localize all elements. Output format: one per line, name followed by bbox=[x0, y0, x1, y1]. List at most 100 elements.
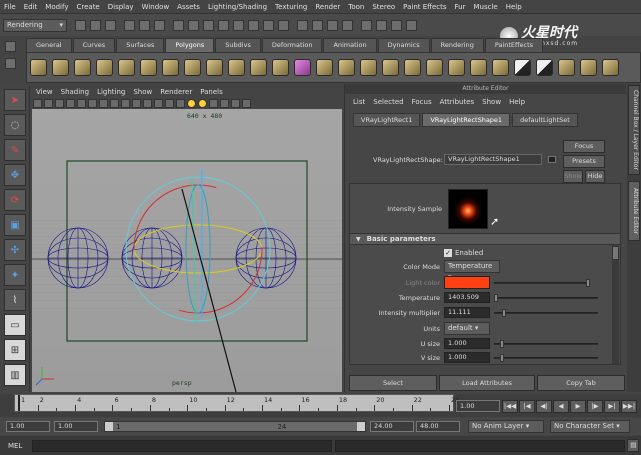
animation-start-field[interactable]: 1.00 bbox=[6, 421, 50, 432]
snap-grid-icon[interactable] bbox=[297, 19, 308, 31]
attribute-editor-tab[interactable]: Attribute Editor bbox=[628, 181, 640, 241]
poly-cone-icon[interactable] bbox=[95, 59, 113, 76]
menu-muscle[interactable]: Muscle bbox=[469, 0, 501, 14]
fill-hole-icon[interactable] bbox=[491, 59, 509, 76]
poly-cube-icon[interactable] bbox=[51, 59, 69, 76]
mask-joints-icon[interactable] bbox=[188, 19, 199, 31]
use-default-lighting-icon[interactable] bbox=[187, 99, 196, 108]
menu-lighting-shading[interactable]: Lighting/Shading bbox=[204, 0, 271, 14]
ae-menu-selected[interactable]: Selected bbox=[369, 94, 407, 110]
menu-window[interactable]: Window bbox=[138, 0, 174, 14]
viewport-menu-shading[interactable]: Shading bbox=[57, 86, 93, 98]
light-color-slider[interactable] bbox=[494, 281, 586, 284]
ipr-render-icon[interactable] bbox=[391, 19, 402, 31]
step-back-frame-icon[interactable]: ◀| bbox=[536, 400, 552, 413]
shelf-tab-animation[interactable]: Animation bbox=[323, 38, 377, 52]
film-gate-icon[interactable] bbox=[77, 99, 86, 108]
mask-misc-icon[interactable] bbox=[278, 19, 289, 31]
ae-menu-list[interactable]: List bbox=[349, 94, 369, 110]
camera-attributes-icon[interactable] bbox=[33, 99, 42, 108]
menu-file[interactable]: File bbox=[0, 0, 20, 14]
time-ruler[interactable]: 124681012141618202224 bbox=[14, 394, 459, 412]
split-polygon-icon[interactable] bbox=[403, 59, 421, 76]
history-icon[interactable] bbox=[361, 19, 372, 31]
shelf-tab-general[interactable]: General bbox=[26, 38, 72, 52]
poly-pyramid-icon[interactable] bbox=[183, 59, 201, 76]
script-editor-icon[interactable]: ▤ bbox=[627, 439, 640, 452]
shelf-tab-painteffects[interactable]: PaintEffects bbox=[484, 38, 544, 52]
copy-tab-button[interactable]: Copy Tab bbox=[537, 375, 625, 391]
soft-mod-icon[interactable]: ✦ bbox=[4, 264, 26, 286]
menu-texturing[interactable]: Texturing bbox=[271, 0, 311, 14]
new-scene-icon[interactable] bbox=[75, 19, 86, 31]
textured-icon[interactable] bbox=[176, 99, 185, 108]
menu-set-dropdown[interactable]: Rendering ▾ bbox=[3, 18, 67, 32]
shelf-tab-dynamics[interactable]: Dynamics bbox=[377, 38, 430, 52]
ae-tab-defaultlightset[interactable]: defaultLightSet bbox=[512, 113, 578, 127]
poly-torus-icon[interactable] bbox=[139, 59, 157, 76]
current-frame-field[interactable]: 1.00 bbox=[456, 400, 500, 412]
extrude-icon[interactable] bbox=[337, 59, 355, 76]
resolution-gate-icon[interactable] bbox=[88, 99, 97, 108]
select-hierarchy-icon[interactable] bbox=[124, 19, 135, 31]
gate-mask-icon[interactable] bbox=[99, 99, 108, 108]
bridge-icon[interactable] bbox=[359, 59, 377, 76]
playback-end-field[interactable]: 24.00 bbox=[370, 421, 414, 432]
menu-stereo[interactable]: Stereo bbox=[368, 0, 399, 14]
shelf-tab-polygons[interactable]: Polygons bbox=[165, 38, 215, 52]
save-scene-icon[interactable] bbox=[105, 19, 116, 31]
attribute-scrollbar-thumb[interactable] bbox=[612, 246, 619, 260]
menu-toon[interactable]: Toon bbox=[344, 0, 368, 14]
ae-tab-vraylightrect1[interactable]: VRayLightRect1 bbox=[353, 113, 421, 127]
presets-button[interactable]: Presets bbox=[563, 155, 605, 168]
intensity-slider-left[interactable] bbox=[494, 311, 502, 314]
current-frame-marker[interactable] bbox=[18, 395, 20, 411]
poly-plane-icon[interactable] bbox=[117, 59, 135, 76]
grid-toggle-icon[interactable] bbox=[66, 99, 75, 108]
ae-menu-help[interactable]: Help bbox=[505, 94, 529, 110]
lasso-tool-icon[interactable]: ◌ bbox=[4, 114, 26, 136]
u-size-field[interactable]: 1.000 bbox=[444, 338, 490, 349]
attribute-scrollbar[interactable] bbox=[612, 244, 619, 364]
go-to-end-icon[interactable]: ▶▶| bbox=[621, 400, 637, 413]
ae-menu-attributes[interactable]: Attributes bbox=[436, 94, 479, 110]
render-frame-icon[interactable] bbox=[376, 19, 387, 31]
light-color-slider-knob[interactable] bbox=[586, 278, 590, 287]
channel-box-tab[interactable]: Channel Box / Layer Editor bbox=[628, 85, 640, 175]
open-scene-icon[interactable] bbox=[90, 19, 101, 31]
mask-surfaces-icon[interactable] bbox=[218, 19, 229, 31]
show-button[interactable]: Show bbox=[563, 170, 583, 183]
poly-prism-icon[interactable] bbox=[161, 59, 179, 76]
wireframe-icon[interactable] bbox=[143, 99, 152, 108]
viewport-menu-lighting[interactable]: Lighting bbox=[93, 86, 129, 98]
animation-end-field[interactable]: 48.00 bbox=[416, 421, 460, 432]
shelf-tab-curves[interactable]: Curves bbox=[72, 38, 116, 52]
shelf-tab-surfaces[interactable]: Surfaces bbox=[116, 38, 165, 52]
menu-fur[interactable]: Fur bbox=[451, 0, 470, 14]
intensity-multiplier-field[interactable]: 11.111 bbox=[444, 307, 490, 318]
append-polygon-icon[interactable] bbox=[381, 59, 399, 76]
shadows-icon[interactable] bbox=[209, 99, 218, 108]
wireframe-on-shaded-icon[interactable] bbox=[165, 99, 174, 108]
single-pane-layout-icon[interactable]: ▭ bbox=[4, 314, 26, 336]
range-start-handle[interactable] bbox=[105, 422, 113, 431]
image-plane-icon[interactable] bbox=[55, 99, 64, 108]
menu-display[interactable]: Display bbox=[104, 0, 138, 14]
mask-curves-icon[interactable] bbox=[203, 19, 214, 31]
snap-plane-icon[interactable] bbox=[342, 19, 353, 31]
isolate-select-icon[interactable] bbox=[231, 99, 240, 108]
snap-point-icon[interactable] bbox=[327, 19, 338, 31]
go-to-start-icon[interactable]: |◀◀ bbox=[502, 400, 518, 413]
safe-action-icon[interactable] bbox=[121, 99, 130, 108]
menu-create[interactable]: Create bbox=[72, 0, 103, 14]
uv-checker-icon[interactable] bbox=[535, 59, 553, 76]
high-quality-icon[interactable] bbox=[242, 99, 251, 108]
extract-icon[interactable] bbox=[271, 59, 289, 76]
checker-icon[interactable] bbox=[513, 59, 531, 76]
mirror-icon[interactable] bbox=[293, 59, 311, 76]
viewport-menu-panels[interactable]: Panels bbox=[196, 86, 227, 98]
four-pane-layout-icon[interactable]: ⊞ bbox=[4, 339, 26, 361]
playback-start-field[interactable]: 1.00 bbox=[54, 421, 98, 432]
menu-edit[interactable]: Edit bbox=[20, 0, 42, 14]
use-all-lights-icon[interactable] bbox=[198, 99, 207, 108]
